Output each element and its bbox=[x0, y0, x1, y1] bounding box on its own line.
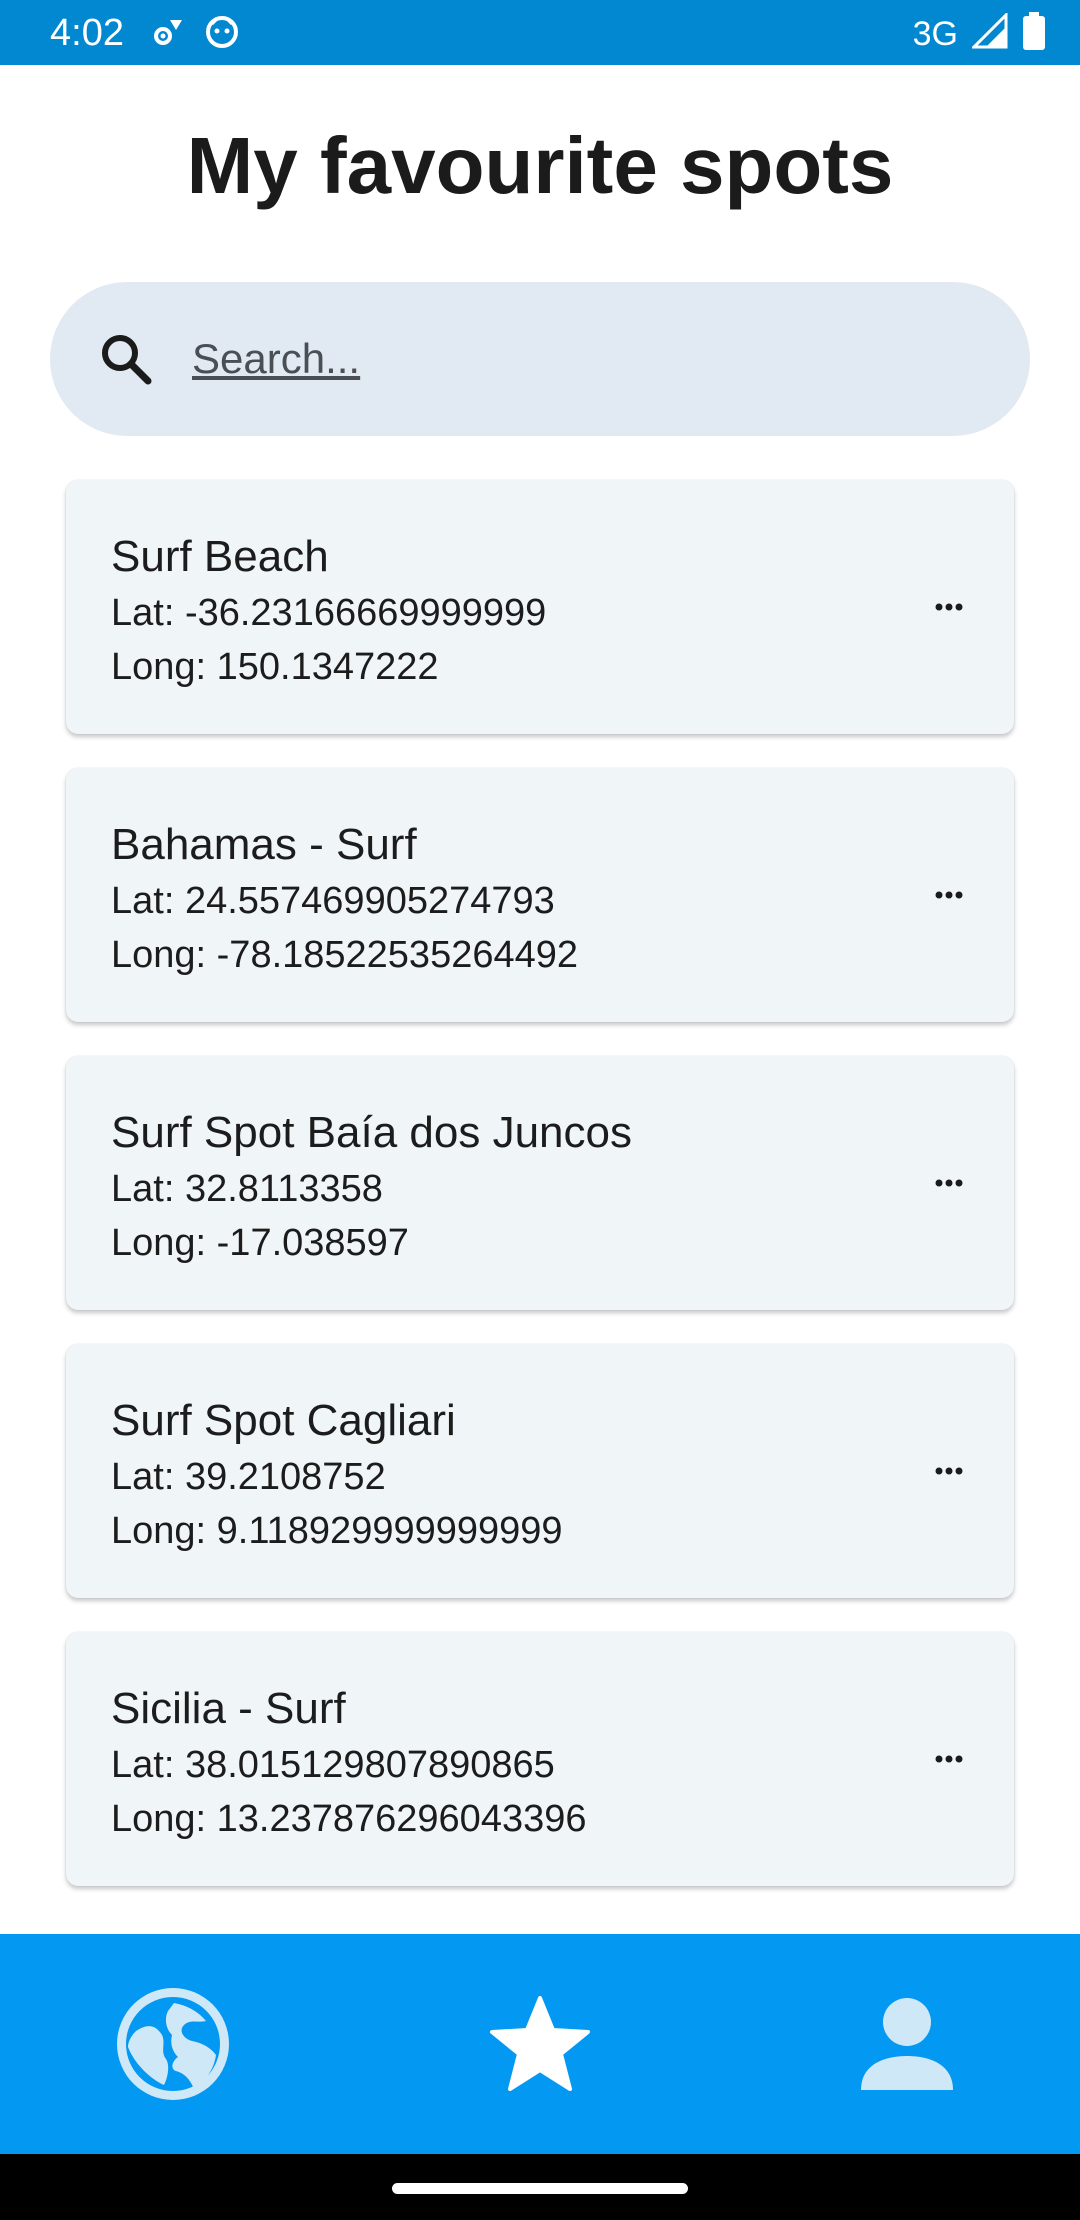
spot-latitude: Lat: 39.2108752 bbox=[111, 1456, 386, 1498]
system-gesture-bar bbox=[0, 2154, 1080, 2220]
spot-name: Surf Beach bbox=[111, 532, 329, 581]
home-gesture-handle[interactable] bbox=[392, 2183, 688, 2194]
more-horizontal-icon bbox=[935, 1755, 963, 1763]
spot-latitude: Lat: 32.8113358 bbox=[111, 1168, 383, 1210]
status-bar: 4:02 3G bbox=[0, 0, 1080, 65]
more-options-button[interactable] bbox=[924, 582, 974, 632]
nav-profile-button[interactable] bbox=[807, 1934, 1007, 2154]
more-horizontal-icon bbox=[935, 603, 963, 611]
spot-longitude: Long: 13.237876296043396 bbox=[111, 1798, 587, 1840]
battery-icon bbox=[1022, 12, 1046, 55]
spot-card[interactable]: Surf Spot Cagliari Lat: 39.2108752 Long:… bbox=[66, 1344, 1014, 1598]
spot-card[interactable]: Sicilia - Surf Lat: 38.015129807890865 L… bbox=[66, 1632, 1014, 1886]
spot-name: Surf Spot Baía dos Juncos bbox=[111, 1108, 632, 1157]
spot-card[interactable]: Surf Beach Lat: -36.23166669999999 Long:… bbox=[66, 480, 1014, 734]
spot-longitude: Long: -17.038597 bbox=[111, 1222, 409, 1264]
spot-name: Bahamas - Surf bbox=[111, 820, 417, 869]
network-type-label: 3G bbox=[912, 14, 958, 53]
bottom-navigation bbox=[0, 1934, 1080, 2154]
search-bar[interactable] bbox=[50, 282, 1030, 436]
spot-card[interactable]: Bahamas - Surf Lat: 24.557469905274793 L… bbox=[66, 768, 1014, 1022]
spot-longitude: Long: 150.1347222 bbox=[111, 646, 439, 688]
spot-latitude: Lat: 38.015129807890865 bbox=[111, 1744, 555, 1786]
status-notification-icons bbox=[150, 14, 240, 55]
search-input[interactable] bbox=[192, 335, 972, 383]
more-options-button[interactable] bbox=[924, 870, 974, 920]
spot-latitude: Lat: -36.23166669999999 bbox=[111, 592, 547, 634]
android-face-icon bbox=[204, 14, 240, 55]
status-system-icons: 3G bbox=[912, 11, 1046, 55]
star-icon bbox=[490, 1996, 590, 2091]
spot-longitude: Long: -78.18522535264492 bbox=[111, 934, 579, 976]
status-time: 4:02 bbox=[50, 12, 124, 54]
spot-longitude: Long: 9.118929999999999 bbox=[111, 1510, 563, 1552]
globe-icon bbox=[117, 1988, 229, 2100]
app-screen: 4:02 3G My favourite spots Search... Sur… bbox=[0, 0, 1080, 2220]
more-horizontal-icon bbox=[935, 1467, 963, 1475]
spot-name: Sicilia - Surf bbox=[111, 1684, 346, 1733]
page-title: My favourite spots bbox=[186, 121, 894, 210]
spot-name: Surf Spot Cagliari bbox=[111, 1396, 456, 1445]
nav-explore-button[interactable] bbox=[73, 1934, 273, 2154]
more-horizontal-icon bbox=[935, 1179, 963, 1187]
more-options-button[interactable] bbox=[924, 1158, 974, 1208]
more-options-button[interactable] bbox=[924, 1446, 974, 1496]
signal-icon bbox=[970, 11, 1008, 54]
settings-sync-icon bbox=[150, 14, 186, 55]
person-icon bbox=[861, 1998, 953, 2090]
spot-latitude: Lat: 24.557469905274793 bbox=[111, 880, 555, 922]
more-options-button[interactable] bbox=[924, 1734, 974, 1784]
spot-list: Surf Beach Lat: -36.23166669999999 Long:… bbox=[66, 480, 1014, 1920]
nav-favourites-button[interactable] bbox=[440, 1934, 640, 2154]
spot-card[interactable]: Surf Spot Baía dos Juncos Lat: 32.811335… bbox=[66, 1056, 1014, 1310]
more-horizontal-icon bbox=[935, 891, 963, 899]
search-icon bbox=[98, 331, 154, 387]
